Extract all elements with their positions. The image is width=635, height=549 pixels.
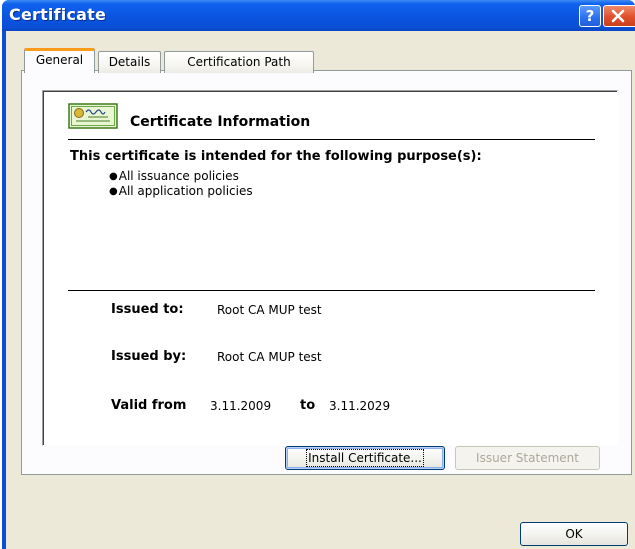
bullet-icon: ● [109,171,118,182]
purpose-item-label: All issuance policies [118,169,239,183]
valid-to-value: 3.11.2029 [329,399,391,413]
ok-label: OK [565,527,583,541]
issued-to-label: Issued to: [111,302,184,317]
divider-top [68,139,595,140]
certificate-dialog: Certificate ? General Details Certificat… [2,0,635,549]
purpose-heading: This certificate is intended for the fol… [70,149,482,164]
issued-by-label: Issued by: [111,349,187,364]
issued-by-value: Root CA MUP test [217,350,322,364]
valid-to-label: to [300,398,316,413]
issued-to-value: Root CA MUP test [217,303,322,317]
help-icon: ? [585,7,595,25]
close-icon [611,9,625,23]
tab-certification-path[interactable]: Certification Path [164,51,314,73]
tab-details[interactable]: Details [98,51,161,73]
install-certificate-label: Install Certificate... [306,449,424,467]
help-button[interactable]: ? [579,5,601,27]
dialog-body: General Details Certification Path Certi… [6,31,635,549]
tab-general-label: General [35,53,84,67]
divider-bottom [68,290,595,291]
title-bar[interactable]: Certificate ? [2,0,635,31]
issuer-statement-button[interactable]: Issuer Statement [455,446,600,470]
certificate-icon [68,103,118,129]
issuer-statement-label: Issuer Statement [476,451,579,465]
valid-from-label: Valid from [111,398,187,413]
tab-general[interactable]: General [24,48,95,73]
purpose-item: ●All application policies [109,184,253,198]
purpose-item: ●All issuance policies [109,169,239,183]
ok-button[interactable]: OK [520,522,628,546]
purpose-item-label: All application policies [118,184,253,198]
window-title: Certificate [9,5,107,24]
certificate-info-box [42,90,618,446]
tab-certification-path-label: Certification Path [187,55,291,69]
certificate-info-heading: Certificate Information [130,114,311,130]
tab-details-label: Details [108,55,151,69]
valid-from-value: 3.11.2009 [210,399,272,413]
bullet-icon: ● [109,186,118,197]
install-certificate-button[interactable]: Install Certificate... [285,446,445,470]
close-button[interactable] [603,5,635,27]
